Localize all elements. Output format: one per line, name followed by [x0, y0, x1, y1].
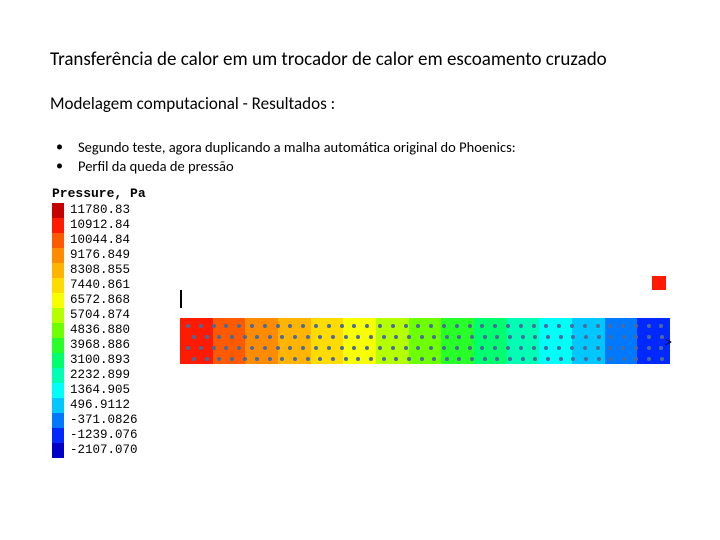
tube-bank — [180, 318, 670, 364]
legend-value: 3100.893 — [70, 353, 138, 368]
pressure-field: > — [180, 300, 670, 410]
legend-value: 7440.861 — [70, 278, 138, 293]
bullet-item: Perfil da queda de pressão — [50, 157, 670, 176]
legend-value: -2107.070 — [70, 443, 138, 458]
legend-value: 10912.84 — [70, 218, 138, 233]
legend-value: 4836.880 — [70, 323, 138, 338]
legend-title: Pressure, Pa — [52, 186, 670, 201]
page-subtitle: Modelagem computacional - Resultados : — [50, 93, 670, 114]
bullet-item: Segundo teste, agora duplicando a malha … — [50, 138, 670, 157]
legend-value: -1239.076 — [70, 428, 138, 443]
legend-value: 11780.83 — [70, 203, 138, 218]
legend-value: 3968.886 — [70, 338, 138, 353]
color-bar — [52, 203, 64, 458]
legend-values: 11780.8310912.8410044.849176.8498308.855… — [70, 203, 138, 458]
flow-arrow-icon: > — [665, 336, 672, 350]
bullet-list: Segundo teste, agora duplicando a malha … — [50, 138, 670, 176]
legend-value: 2232.899 — [70, 368, 138, 383]
legend-value: 5704.874 — [70, 308, 138, 323]
legend-value: 10044.84 — [70, 233, 138, 248]
legend-value: -371.0826 — [70, 413, 138, 428]
legend-value: 496.9112 — [70, 398, 138, 413]
legend-value: 6572.868 — [70, 293, 138, 308]
legend-value: 1364.905 — [70, 383, 138, 398]
legend-value: 8308.855 — [70, 263, 138, 278]
inlet-marker — [652, 276, 666, 290]
page-title: Transferência de calor em um trocador de… — [50, 48, 670, 71]
legend-value: 9176.849 — [70, 248, 138, 263]
